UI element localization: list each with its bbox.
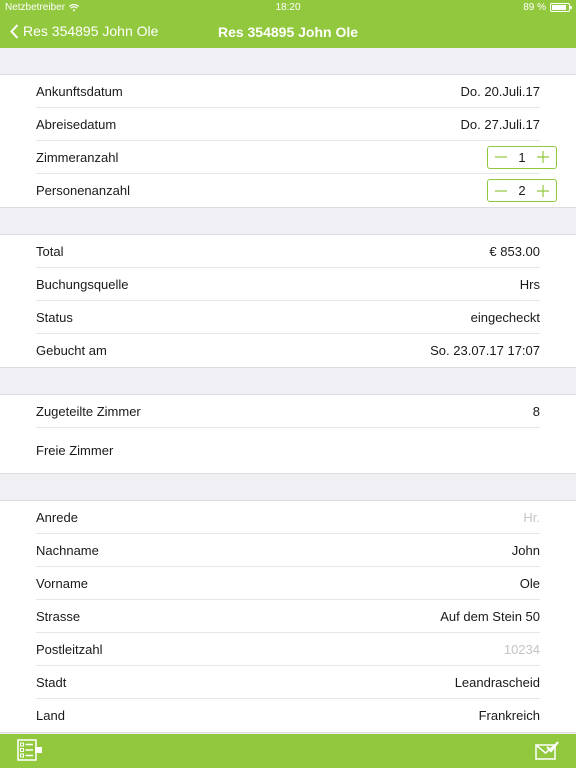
booked-at-value: So. 23.07.17 17:07 [430,343,540,358]
salutation-row[interactable]: Anrede Hr. [36,501,540,534]
salutation-field[interactable]: Hr. [523,510,540,525]
battery-icon [550,3,572,12]
minus-icon[interactable] [492,148,510,166]
departure-label: Abreisedatum [36,116,117,132]
free-rooms-row[interactable]: Freie Zimmer [36,428,540,473]
source-label: Buchungsquelle [36,276,129,292]
reservation-form: Ankunftsdatum Do. 20.Juli.17 Abreisedatu… [0,48,576,734]
rooms-count-value: 1 [518,149,526,165]
chevron-left-icon [10,23,19,39]
persons-count-row: Personenanzahl 2 [36,174,557,207]
rooms-count-row: Zimmeranzahl 1 [36,141,557,174]
bottom-toolbar [0,734,576,768]
status-bar: Netzbetreiber 18:20 89 % [0,0,576,16]
lastname-label: Nachname [36,542,99,558]
persons-count-value: 2 [518,183,526,198]
firstname-field[interactable]: Ole [520,576,540,591]
list-form-icon [17,739,42,761]
back-button[interactable]: Res 354895 John Ole [10,23,158,39]
total-value: € 853.00 [489,243,540,259]
free-rooms-label: Freie Zimmer [36,443,114,458]
status-value: eingecheckt [470,309,540,325]
source-value: Hrs [519,276,540,292]
persons-count-stepper: 2 [487,179,557,202]
back-label: Res 354895 John Ole [23,23,159,39]
battery-percent: 89 % [523,2,546,13]
rooms-section: Zugeteilte Zimmer 8 Freie Zimmer [0,394,576,474]
country-field[interactable]: Frankreich [479,708,540,723]
source-row: Buchungsquelle Hrs [36,268,540,301]
mail-check-icon [535,741,559,760]
booking-section: Total € 853.00 Buchungsquelle Hrs Status… [0,234,576,368]
rooms-count-label: Zimmeranzahl [36,149,119,165]
arrival-value[interactable]: Do. 20.Juli.17 [461,84,541,99]
arrival-row[interactable]: Ankunftsdatum Do. 20.Juli.17 [36,75,540,108]
street-label: Strasse [36,608,81,624]
minus-icon[interactable] [492,182,510,200]
booked-at-label: Gebucht am [36,343,107,358]
battery-info: 89 % [523,2,572,13]
send-mail-button[interactable] [535,741,559,766]
firstname-row[interactable]: Vorname Ole [36,567,540,600]
salutation-label: Anrede [36,509,78,525]
clock: 18:20 [275,2,301,13]
country-row[interactable]: Land Frankreich [36,699,540,732]
navigation-bar: Res 354895 John Ole Res 354895 John Ole [0,16,576,48]
total-label: Total [36,243,64,259]
persons-count-label: Personenanzahl [36,183,130,198]
street-row[interactable]: Strasse Auf dem Stein 50 [36,600,540,633]
departure-value[interactable]: Do. 27.Juli.17 [461,117,541,132]
dates-section: Ankunftsdatum Do. 20.Juli.17 Abreisedatu… [0,74,576,208]
lastname-row[interactable]: Nachname John [36,534,540,567]
status-label: Status [36,309,73,325]
street-field[interactable]: Auf dem Stein 50 [440,609,540,624]
total-row: Total € 853.00 [36,235,540,268]
arrival-label: Ankunftsdatum [36,83,123,99]
departure-row[interactable]: Abreisedatum Do. 27.Juli.17 [36,108,540,141]
city-label: Stadt [36,674,67,690]
status-row: Status eingecheckt [36,301,540,334]
plus-icon[interactable] [534,182,552,200]
zip-label: Postleitzahl [36,641,103,657]
assigned-rooms-value[interactable]: 8 [533,404,540,419]
rooms-count-stepper: 1 [487,145,557,169]
assigned-rooms-label: Zugeteilte Zimmer [36,403,141,419]
zip-row[interactable]: Postleitzahl 10234 [36,633,540,666]
zip-field[interactable]: 10234 [504,642,540,657]
plus-icon[interactable] [534,148,552,166]
city-row[interactable]: Stadt Leandrascheid [36,666,540,699]
assigned-rooms-row[interactable]: Zugeteilte Zimmer 8 [36,395,540,428]
booked-at-row: Gebucht am So. 23.07.17 17:07 [36,334,540,367]
firstname-label: Vorname [36,575,89,591]
guest-section: Anrede Hr. Nachname John Vorname Ole Str… [0,500,576,733]
city-field[interactable]: Leandrascheid [455,675,540,690]
list-form-button[interactable] [17,739,43,766]
lastname-field[interactable]: John [512,543,540,558]
country-label: Land [36,708,65,723]
